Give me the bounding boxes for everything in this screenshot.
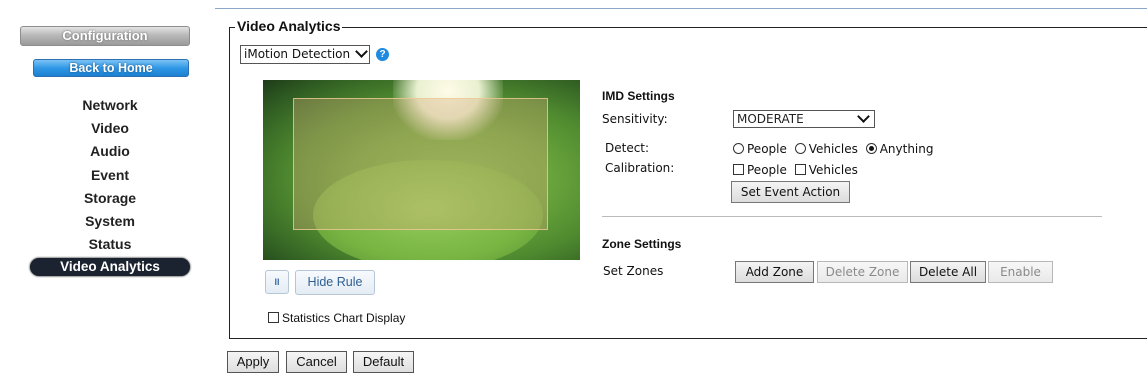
sensitivity-select[interactable]: MODERATE bbox=[733, 110, 875, 128]
detect-vehicles-label: Vehicles bbox=[808, 142, 858, 156]
detect-anything-radio[interactable] bbox=[865, 143, 877, 154]
sensitivity-value: MODERATE bbox=[737, 112, 804, 126]
set-event-action-button[interactable]: Set Event Action bbox=[731, 181, 850, 203]
sidebar-item-system[interactable]: System bbox=[20, 210, 200, 233]
calibration-options: People Vehicles bbox=[733, 163, 858, 177]
detect-anything-label: Anything bbox=[879, 142, 934, 156]
chevron-down-icon bbox=[355, 45, 368, 58]
pause-button[interactable]: II bbox=[265, 270, 289, 294]
detect-people-label: People bbox=[747, 142, 787, 156]
detect-options: People Vehicles Anything bbox=[733, 142, 934, 156]
delete-zone-button[interactable]: Delete Zone bbox=[817, 261, 908, 283]
sidebar: Configuration Back to Home Network Video… bbox=[0, 0, 215, 383]
video-preview[interactable] bbox=[263, 80, 580, 260]
statistics-chart-checkbox[interactable] bbox=[268, 312, 279, 323]
chevron-down-icon bbox=[857, 110, 870, 123]
calibration-vehicles-checkbox[interactable] bbox=[794, 164, 806, 175]
detect-people-radio[interactable] bbox=[733, 143, 744, 154]
sidebar-item-video-analytics[interactable]: Video Analytics bbox=[30, 258, 190, 277]
add-zone-button[interactable]: Add Zone bbox=[735, 261, 814, 283]
default-button[interactable]: Default bbox=[353, 351, 414, 373]
imd-settings-title: IMD Settings bbox=[602, 89, 675, 103]
detect-label: Detect: bbox=[605, 141, 650, 155]
hide-rule-button[interactable]: Hide Rule bbox=[295, 270, 375, 295]
help-icon[interactable]: ? bbox=[376, 48, 389, 61]
analytics-mode-select[interactable]: iMotion Detection bbox=[240, 45, 370, 64]
set-zones-label: Set Zones bbox=[603, 264, 664, 278]
calibration-label: Calibration: bbox=[605, 161, 675, 175]
back-to-home-button[interactable]: Back to Home bbox=[33, 59, 189, 77]
zone-settings-title: Zone Settings bbox=[602, 237, 682, 251]
detect-vehicles-radio[interactable] bbox=[794, 143, 806, 154]
configuration-button[interactable]: Configuration bbox=[20, 26, 190, 46]
sidebar-item-storage[interactable]: Storage bbox=[20, 187, 200, 210]
analytics-mode-value: iMotion Detection bbox=[244, 47, 351, 61]
statistics-chart-label: Statistics Chart Display bbox=[282, 311, 406, 325]
sidebar-item-audio[interactable]: Audio bbox=[20, 140, 200, 163]
sidebar-item-event[interactable]: Event bbox=[20, 164, 200, 187]
delete-all-button[interactable]: Delete All bbox=[910, 261, 986, 283]
statistics-chart-option[interactable]: Statistics Chart Display bbox=[268, 311, 405, 325]
sidebar-item-video[interactable]: Video bbox=[20, 117, 200, 140]
sensitivity-label: Sensitivity: bbox=[602, 112, 668, 126]
calibration-people-label: People bbox=[747, 163, 787, 177]
calibration-people-checkbox[interactable] bbox=[733, 164, 744, 175]
enable-button[interactable]: Enable bbox=[988, 261, 1053, 283]
sidebar-nav: Network Video Audio Event Storage System… bbox=[20, 94, 200, 277]
sidebar-item-status[interactable]: Status bbox=[20, 233, 200, 256]
calibration-vehicles-label: Vehicles bbox=[808, 163, 858, 177]
cancel-button[interactable]: Cancel bbox=[286, 351, 347, 373]
apply-button[interactable]: Apply bbox=[227, 351, 279, 373]
sidebar-item-network[interactable]: Network bbox=[20, 94, 200, 117]
detection-zone-overlay[interactable] bbox=[293, 98, 548, 230]
section-divider bbox=[602, 216, 1102, 217]
fieldset-legend: Video Analytics bbox=[235, 18, 343, 34]
